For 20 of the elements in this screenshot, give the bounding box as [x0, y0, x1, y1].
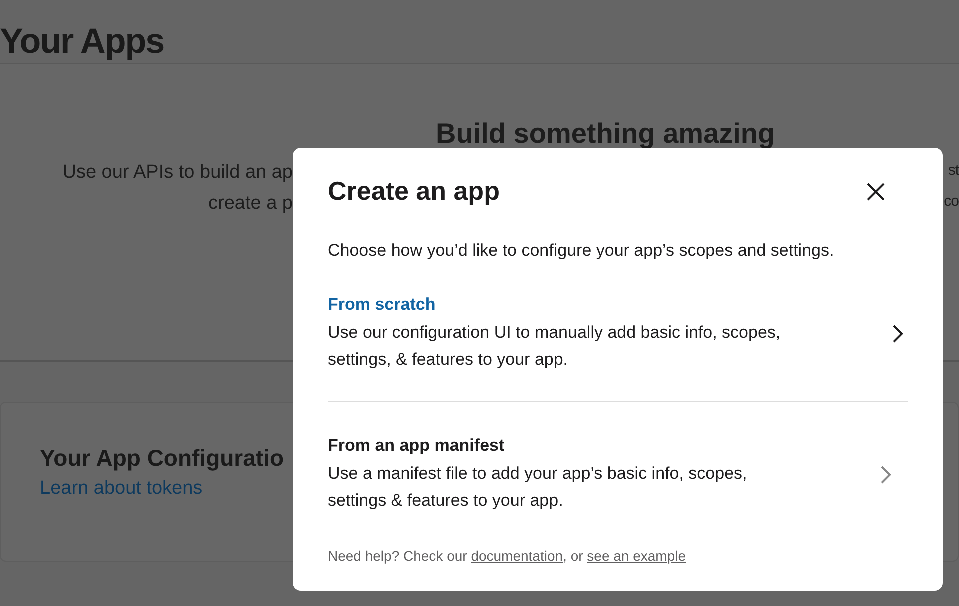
help-link[interactable]: documentation	[471, 548, 564, 564]
chevron-icon	[892, 324, 904, 344]
chevron-icon	[880, 465, 892, 485]
hero-text: st	[948, 162, 959, 181]
option-title: From an app manifest	[328, 436, 506, 456]
hero-text: co	[944, 193, 959, 212]
option-description: Use a manifest file to add your app’s basic info, scopes, settings & features to your app.	[328, 463, 748, 512]
help-link[interactable]: see an example	[587, 548, 686, 564]
dialog-title: Create an app	[328, 176, 500, 207]
hero-text: Use our APIs to build an ap	[62, 162, 293, 185]
help-text: Need help? Check our documentation, or see an example	[328, 548, 688, 564]
option-title: From scratch	[328, 295, 437, 315]
option-item[interactable]: From scratch Use our configuration UI to manually add basic info, scopes, settings, & features to your app.	[328, 261, 908, 402]
option-item[interactable]: From an app manifest Use a manifest file to add your app’s basic info, scopes, settings & features to your app.	[328, 402, 908, 514]
card-title: Your App Configuratio	[40, 445, 284, 472]
dialog-description: Choose how you’d like to configure your app’s scopes and settings.	[328, 241, 836, 261]
option-description: Use our configuration UI to manually add basic info, scopes, settings, & features to your app.	[328, 322, 782, 371]
hero-heading: Build something amazing	[436, 118, 776, 150]
hero-text: create a p	[208, 193, 293, 216]
close-icon	[866, 182, 886, 202]
